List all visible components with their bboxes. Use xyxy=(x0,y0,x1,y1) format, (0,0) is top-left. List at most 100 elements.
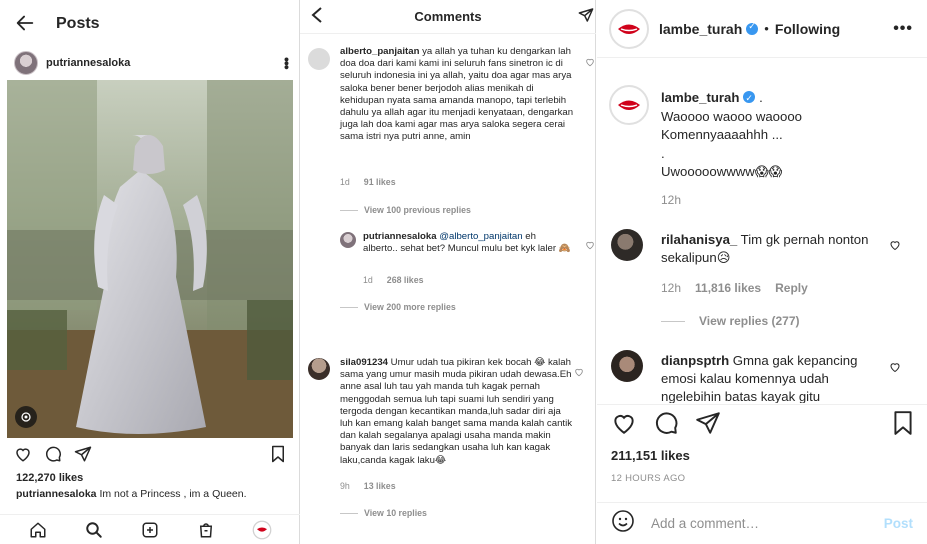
comment-text: Umur udah tua pikiran kek bocah 😂 kalah … xyxy=(340,357,572,466)
caption-line: . xyxy=(755,90,763,105)
page-title: Comments xyxy=(414,9,482,24)
comment-time: 1d xyxy=(340,177,350,187)
comment-icon[interactable] xyxy=(44,445,62,468)
search-icon[interactable] xyxy=(83,519,105,541)
share-icon[interactable] xyxy=(74,445,92,468)
comment-likes[interactable]: 13 likes xyxy=(364,481,396,491)
comment-text: Gmna gak kepancing xyxy=(729,353,858,368)
like-heart-icon[interactable] xyxy=(574,367,584,377)
comment-username[interactable]: alberto_panjaitan xyxy=(340,46,419,57)
post-panel: Posts putriannesaloka ••• 122,270 likes … xyxy=(0,0,300,544)
caption-username[interactable]: lambe_turah xyxy=(661,90,739,105)
likes-count[interactable]: 211,151 likes xyxy=(611,448,690,463)
direct-message-icon[interactable] xyxy=(578,7,594,28)
post-author-username[interactable]: putriannesaloka xyxy=(46,57,130,69)
comment-username[interactable]: rilahanisya_ xyxy=(661,232,737,247)
reply-likes[interactable]: 268 likes xyxy=(387,275,424,285)
new-post-icon[interactable] xyxy=(139,519,161,541)
profile-avatar-icon[interactable] xyxy=(251,519,273,541)
screenshot-composite: Posts putriannesaloka ••• 122,270 likes … xyxy=(0,0,927,544)
reply-button[interactable]: Reply xyxy=(775,281,808,295)
view-replies[interactable]: View replies (277) xyxy=(661,314,800,328)
view-more-replies[interactable]: View 200 more replies xyxy=(340,302,456,312)
post-caption: putriannesaloka Im not a Princess , im a… xyxy=(16,488,247,500)
view-previous-replies[interactable]: View 100 previous replies xyxy=(340,205,471,215)
page-title: Posts xyxy=(56,15,100,32)
post-author-username[interactable]: lambe_turah xyxy=(659,21,742,37)
avatar[interactable] xyxy=(611,229,643,261)
add-comment-input[interactable]: Add a comment… xyxy=(651,516,759,531)
comment-meta: 12h 11,816 likes Reply xyxy=(661,281,822,295)
comment-username[interactable]: dianpsptrh xyxy=(661,353,729,368)
comment-meta: 9h 13 likes xyxy=(340,481,396,491)
back-arrow-icon[interactable] xyxy=(14,12,38,36)
post-header: lambe_turah • Following ••• xyxy=(597,0,927,58)
verified-badge-icon xyxy=(746,21,759,35)
more-options-icon[interactable]: ••• xyxy=(279,57,295,69)
comment-icon[interactable] xyxy=(653,410,679,441)
reply-meta: 1d 268 likes xyxy=(363,275,423,285)
avatar[interactable] xyxy=(609,85,649,125)
reply-body: putriannesaloka @alberto_panjaitan eh al… xyxy=(363,231,573,255)
share-icon[interactable] xyxy=(695,410,721,441)
comments-header: Comments xyxy=(300,0,596,34)
post-photo[interactable] xyxy=(7,80,293,438)
following-button[interactable]: Following xyxy=(775,21,840,37)
view-replies[interactable]: View 10 replies xyxy=(340,508,427,518)
add-comment-bar: Add a comment… Post xyxy=(597,502,927,544)
comment-text: ya allah ya tuhan ku dengarkan lah doa d… xyxy=(340,46,574,143)
verified-badge-icon xyxy=(743,89,756,108)
posts-header: Posts xyxy=(0,0,300,48)
bookmark-icon[interactable] xyxy=(270,445,286,468)
like-heart-icon[interactable] xyxy=(585,57,595,67)
comment-body: alberto_panjaitan ya allah ya tuhan ku d… xyxy=(340,46,576,144)
caption-time: 12h xyxy=(661,193,682,207)
avatar[interactable] xyxy=(611,350,643,382)
post-author[interactable]: putriannesaloka ••• xyxy=(14,50,295,76)
comment-time: 12h xyxy=(661,281,682,295)
more-options-icon[interactable]: ••• xyxy=(893,20,913,38)
post-actions xyxy=(597,404,927,446)
emoji-icon[interactable] xyxy=(611,509,635,538)
avatar[interactable] xyxy=(14,51,38,75)
comment-username[interactable]: sila091234 xyxy=(340,357,388,368)
like-heart-icon[interactable] xyxy=(889,361,901,373)
comment-body: sila091234 Umur udah tua pikiran kek boc… xyxy=(340,357,576,467)
reply-time: 1d xyxy=(363,275,373,285)
shop-icon[interactable] xyxy=(195,519,217,541)
comments-panel: Comments alberto_panjaitan ya allah ya t… xyxy=(300,0,596,544)
avatar[interactable] xyxy=(308,358,330,380)
separator-dot: • xyxy=(764,21,769,36)
camera-icon[interactable] xyxy=(15,406,37,428)
comment-body: dianpsptrh Gmna gak kepancing emosi kala… xyxy=(661,352,891,403)
likes-count[interactable]: 122,270 likes xyxy=(16,472,83,484)
caption-text: Im not a Princess , im a Queen. xyxy=(96,488,247,500)
avatar[interactable] xyxy=(609,8,649,49)
comments-scroll-area[interactable]: lambe_turah . Waoooo waooo waoooo Komenn… xyxy=(597,59,927,403)
avatar[interactable] xyxy=(340,232,356,248)
bookmark-icon[interactable] xyxy=(891,410,915,441)
post-actions xyxy=(14,444,286,468)
post-caption: lambe_turah . Waoooo waooo waoooo Komenn… xyxy=(661,89,802,182)
post-comment-button[interactable]: Post xyxy=(884,516,913,531)
chevron-left-icon[interactable] xyxy=(310,6,324,29)
heart-icon[interactable] xyxy=(611,410,637,441)
caption-line: Komennyaaaahhh ... xyxy=(661,127,783,143)
like-heart-icon[interactable] xyxy=(889,239,901,251)
heart-icon[interactable] xyxy=(14,445,32,468)
comment-meta: 1d 91 likes xyxy=(340,177,396,187)
like-heart-icon[interactable] xyxy=(585,240,595,250)
comment-text: ngelebihin batas kayak gitu xyxy=(661,389,821,403)
avatar[interactable] xyxy=(308,48,330,70)
comment-likes[interactable]: 11,816 likes xyxy=(695,281,761,295)
caption-username[interactable]: putriannesaloka xyxy=(16,488,97,500)
lips-logo-icon xyxy=(615,14,643,43)
comment-likes[interactable]: 91 likes xyxy=(364,177,396,187)
reply-mention[interactable]: @alberto_panjaitan xyxy=(437,231,522,242)
bottom-nav xyxy=(0,514,300,544)
home-icon[interactable] xyxy=(27,519,49,541)
comment-text: emosi kalau komennya udah xyxy=(661,371,829,386)
caption-line: Waoooo waooo waoooo xyxy=(661,108,803,124)
reply-username[interactable]: putriannesaloka xyxy=(363,231,437,242)
post-timestamp[interactable]: 12 HOURS AGO xyxy=(611,473,685,484)
